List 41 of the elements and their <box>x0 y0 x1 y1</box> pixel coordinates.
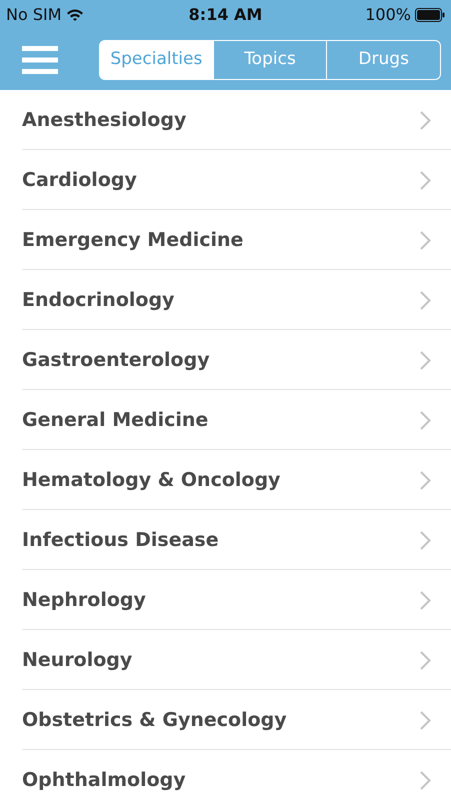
item-label: Gastroenterology <box>22 348 211 373</box>
item-label: Endocrinology <box>22 288 176 313</box>
list-item[interactable]: Nephrology <box>0 570 451 630</box>
item-label: Ophthalmology <box>22 768 187 793</box>
list-item[interactable]: Emergency Medicine <box>0 210 451 270</box>
item-label: Cardiology <box>22 168 138 193</box>
wifi-icon <box>66 8 84 22</box>
time-text: 8:14 AM <box>188 4 264 26</box>
list-item[interactable]: Neurology <box>0 630 451 690</box>
item-label: Hematology & Oncology <box>22 468 282 493</box>
list-item[interactable]: Infectious Disease <box>0 510 451 570</box>
item-label: Emergency Medicine <box>22 228 244 253</box>
item-label: Nephrology <box>22 588 147 613</box>
chevron-icon <box>420 410 431 430</box>
item-label: Infectious Disease <box>22 528 220 553</box>
list-item[interactable]: Cardiology <box>0 150 451 210</box>
chevron-icon <box>420 590 431 610</box>
list-item[interactable]: Endocrinology <box>0 270 451 330</box>
chevron-icon <box>420 350 431 370</box>
chevron-icon <box>420 170 431 190</box>
list-item[interactable]: General Medicine <box>0 390 451 450</box>
chevron-icon <box>420 530 431 550</box>
battery-text: 100% <box>365 4 411 26</box>
list-item[interactable]: Obstetrics & Gynecology <box>0 690 451 750</box>
chevron-icon <box>420 470 431 490</box>
chevron-icon <box>420 110 431 130</box>
chevron-icon <box>420 770 431 790</box>
list-item[interactable]: Gastroenterology <box>0 330 451 390</box>
chevron-icon <box>420 230 431 250</box>
item-label: Obstetrics & Gynecology <box>22 708 288 733</box>
item-label: Neurology <box>22 648 134 673</box>
battery-icon <box>415 8 445 22</box>
chevron-icon <box>420 650 431 670</box>
chevron-icon <box>420 290 431 310</box>
list-item[interactable]: Hematology & Oncology <box>0 450 451 510</box>
list-item[interactable]: Anesthesiology <box>0 90 451 150</box>
item-label: Anesthesiology <box>22 108 188 133</box>
chevron-icon <box>420 710 431 730</box>
item-label: General Medicine <box>22 408 210 433</box>
menu-icon[interactable] <box>22 46 58 74</box>
carrier-text: No SIM <box>6 4 62 26</box>
